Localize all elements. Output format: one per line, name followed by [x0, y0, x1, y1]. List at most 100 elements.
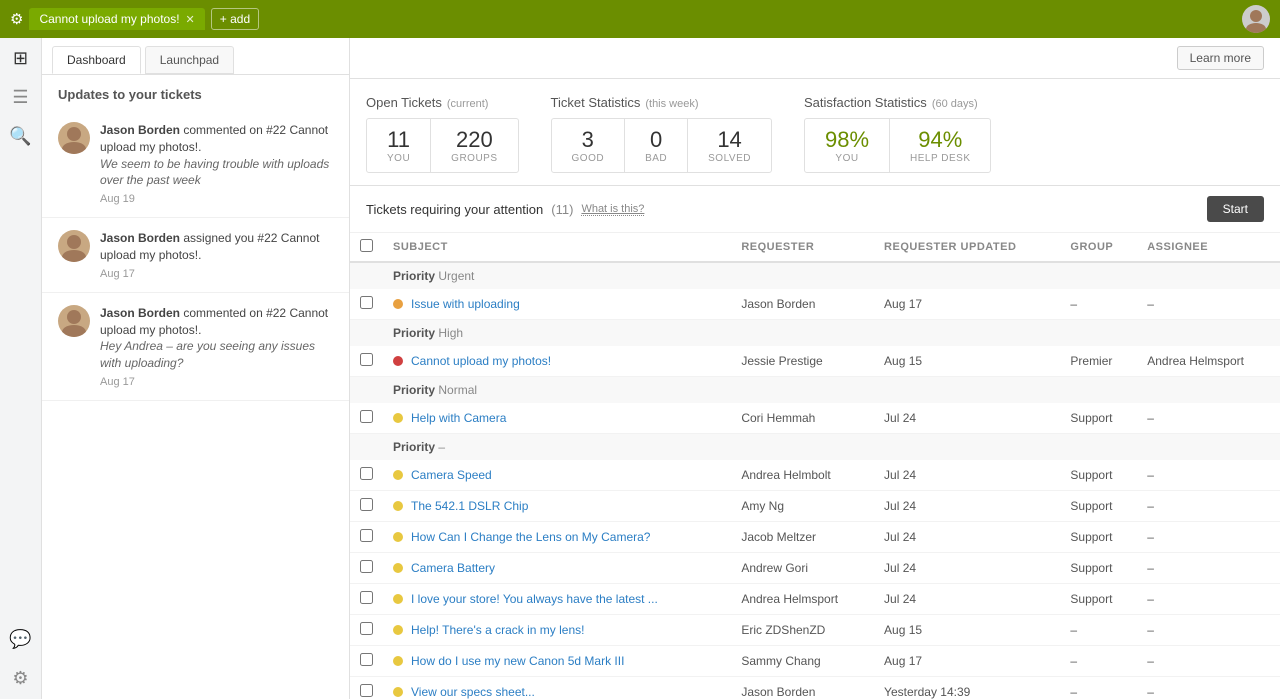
satisfaction-stats-section: Satisfaction Statistics (60 days) 98% YO…	[804, 91, 1008, 173]
priority-dot	[393, 687, 403, 697]
requester-cell: Andrea Helmbolt	[731, 460, 874, 491]
activity-item: Jason Borden commented on #22 Cannot upl…	[42, 293, 349, 401]
assignee-cell: –	[1137, 403, 1280, 434]
subject-cell: View our specs sheet...	[383, 677, 731, 699]
assignee-cell: –	[1137, 553, 1280, 584]
priority-dot	[393, 563, 403, 573]
priority-dot	[393, 625, 403, 635]
requester-cell: Jessie Prestige	[731, 346, 874, 377]
you-count: 11	[387, 127, 410, 153]
priority-dot	[393, 656, 403, 666]
row-checkbox[interactable]	[360, 653, 373, 666]
tickets-header-left: Tickets requiring your attention (11) Wh…	[366, 202, 644, 217]
tab-dashboard[interactable]: Dashboard	[52, 46, 141, 74]
requester-cell: Andrew Gori	[731, 553, 874, 584]
activity-content: Jason Borden commented on #22 Cannot upl…	[100, 122, 333, 205]
activity-action: commented	[183, 306, 246, 320]
ticket-subject-link[interactable]: Help with Camera	[411, 411, 506, 425]
updated-cell: Jul 24	[874, 403, 1060, 434]
open-tickets-title: Open Tickets	[366, 95, 442, 110]
ticket-subject-link[interactable]: Camera Battery	[411, 561, 495, 575]
tab-launchpad[interactable]: Launchpad	[145, 46, 234, 74]
user-avatar[interactable]	[1242, 5, 1270, 33]
close-tab-button[interactable]: ✕	[186, 13, 195, 26]
ticket-subject-link[interactable]: View our specs sheet...	[411, 685, 535, 699]
chat-icon[interactable]: 💬	[9, 629, 31, 650]
activity-action: assigned	[183, 231, 231, 245]
table-row: View our specs sheet... Jason Borden Yes…	[350, 677, 1280, 699]
add-tab-button[interactable]: + add	[211, 8, 259, 30]
requester-cell: Jacob Meltzer	[731, 522, 874, 553]
satisfaction-helpdesk-pct: 94%	[910, 127, 970, 153]
requester-cell: Eric ZDShenZD	[731, 615, 874, 646]
start-button[interactable]: Start	[1207, 196, 1264, 222]
priority-value: Normal	[438, 383, 477, 397]
priority-dot	[393, 532, 403, 542]
open-tickets-section: Open Tickets (current) 11 YOU 220 GROUPS	[366, 91, 535, 173]
activity-date: Aug 17	[100, 268, 333, 280]
requester-cell: Cori Hemmah	[731, 403, 874, 434]
header-updated: REQUESTER UPDATED	[874, 233, 1060, 262]
table-row: Help with Camera Cori Hemmah Jul 24 Supp…	[350, 403, 1280, 434]
row-checkbox-cell	[350, 460, 383, 491]
topbar: ⚙ Cannot upload my photos! ✕ + add	[0, 0, 1280, 38]
row-checkbox[interactable]	[360, 410, 373, 423]
row-checkbox[interactable]	[360, 296, 373, 309]
activity-content: Jason Borden commented on #22 Cannot upl…	[100, 305, 333, 388]
ticket-subject-link[interactable]: How Can I Change the Lens on My Camera?	[411, 530, 650, 544]
home-icon[interactable]: ⊞	[13, 48, 28, 69]
row-checkbox[interactable]	[360, 467, 373, 480]
ticket-subject-link[interactable]: Issue with uploading	[411, 297, 520, 311]
what-is-this-link[interactable]: What is this?	[581, 203, 644, 216]
subject-content: Camera Speed	[393, 468, 721, 482]
satisfaction-you-label: YOU	[825, 153, 869, 164]
row-checkbox[interactable]	[360, 622, 373, 635]
header-assignee: ASSIGNEE	[1137, 233, 1280, 262]
ticket-subject-link[interactable]: Help! There's a crack in my lens!	[411, 623, 584, 637]
select-all-checkbox[interactable]	[360, 239, 373, 252]
row-checkbox[interactable]	[360, 353, 373, 366]
row-checkbox[interactable]	[360, 560, 373, 573]
row-checkbox[interactable]	[360, 529, 373, 542]
priority-row: Priority –	[350, 434, 1280, 461]
priority-value: High	[438, 326, 463, 340]
row-checkbox-cell	[350, 491, 383, 522]
row-checkbox[interactable]	[360, 591, 373, 604]
priority-checkbox-cell	[350, 434, 383, 461]
menu-icon[interactable]: ☰	[12, 87, 28, 108]
ticket-subject-link[interactable]: Camera Speed	[411, 468, 492, 482]
ticket-subject-link[interactable]: Cannot upload my photos!	[411, 354, 551, 368]
assignee-cell: –	[1137, 289, 1280, 320]
tickets-header: Tickets requiring your attention (11) Wh…	[350, 186, 1280, 233]
subject-cell: Issue with uploading	[383, 289, 731, 320]
search-icon[interactable]: 🔍	[9, 126, 31, 147]
ticket-subject-link[interactable]: I love your store! You always have the l…	[411, 592, 658, 606]
priority-dot	[393, 594, 403, 604]
row-checkbox[interactable]	[360, 498, 373, 511]
learn-more-button[interactable]: Learn more	[1177, 46, 1264, 70]
icon-rail: ⊞ ☰ 🔍 💬 ⚙	[0, 38, 42, 699]
subject-content: Help with Camera	[393, 411, 721, 425]
row-checkbox[interactable]	[360, 684, 373, 697]
active-tab[interactable]: Cannot upload my photos! ✕	[29, 8, 204, 30]
tickets-table: SUBJECT REQUESTER REQUESTER UPDATED GROU…	[350, 233, 1280, 699]
updated-cell: Aug 17	[874, 646, 1060, 677]
ticket-subject-link[interactable]: The 542.1 DSLR Chip	[411, 499, 528, 513]
group-cell: Premier	[1060, 346, 1137, 377]
priority-dot	[393, 299, 403, 309]
requester-cell: Andrea Helmsport	[731, 584, 874, 615]
open-tickets-subtitle: (current)	[447, 98, 489, 110]
priority-dot	[393, 470, 403, 480]
settings-icon[interactable]: ⚙	[12, 668, 28, 689]
ticket-subject-link[interactable]: How do I use my new Canon 5d Mark III	[411, 654, 624, 668]
stat-solved: 14 SOLVED	[688, 119, 771, 172]
priority-cell: Priority High	[383, 320, 1280, 347]
priority-dot	[393, 356, 403, 366]
tickets-count: (11)	[551, 202, 573, 217]
activity-avatar	[58, 122, 90, 154]
main-layout: ⊞ ☰ 🔍 💬 ⚙ Dashboard Launchpad Updates to…	[0, 38, 1280, 699]
tickets-area: Tickets requiring your attention (11) Wh…	[350, 186, 1280, 699]
group-cell: –	[1060, 646, 1137, 677]
group-cell: Support	[1060, 584, 1137, 615]
priority-label: Priority	[393, 269, 435, 283]
